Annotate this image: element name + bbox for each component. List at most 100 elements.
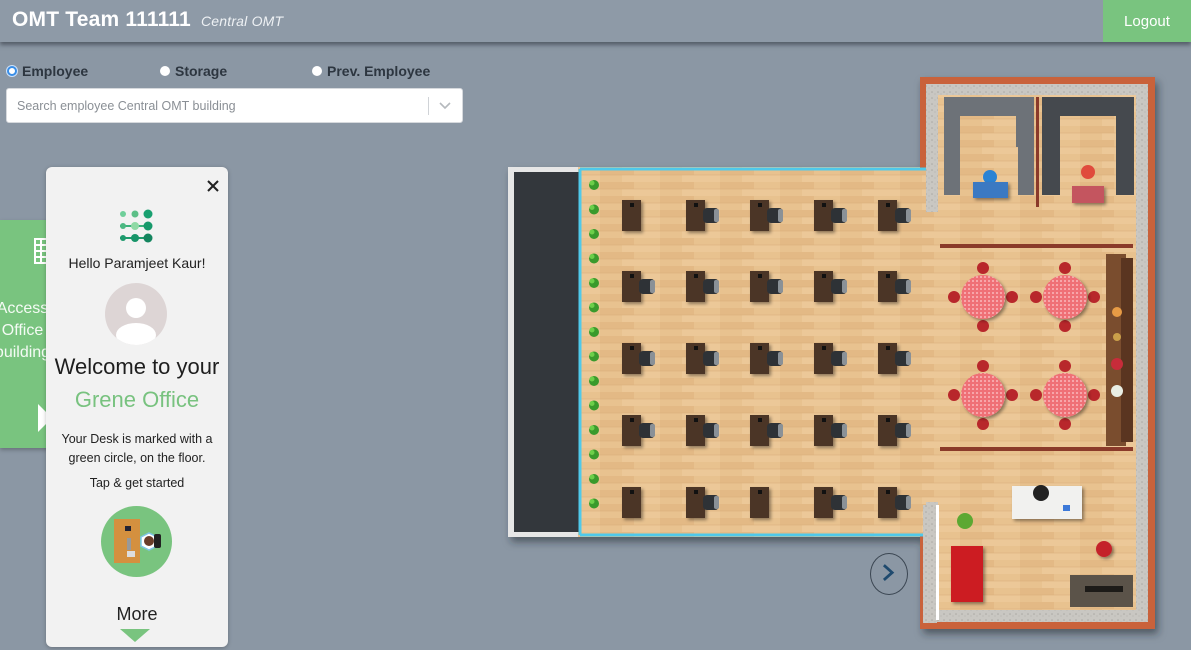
monitor [694, 203, 698, 207]
chair-back [778, 280, 783, 293]
select-separator [428, 97, 429, 115]
monitor [758, 490, 762, 494]
plant [589, 327, 599, 337]
reception-desk [1012, 485, 1082, 519]
chair-back [650, 280, 655, 293]
monitor [694, 490, 698, 494]
plant [589, 302, 599, 313]
radio-employee[interactable]: Employee [7, 63, 88, 79]
table-top [1043, 275, 1087, 319]
radio-dot-icon[interactable] [160, 66, 170, 76]
red-sofa [951, 546, 983, 602]
employee-search-input[interactable] [7, 89, 427, 122]
triangle-down-icon[interactable] [120, 629, 150, 642]
monitor [758, 274, 762, 278]
radio-dot-icon[interactable] [312, 66, 322, 76]
greeting-text: Hello Paramjeet Kaur! [68, 255, 206, 271]
radio-label: Storage [175, 63, 228, 79]
team-title: OMT Team 111111 Central OMT [12, 8, 283, 32]
cafe-chair [977, 320, 989, 332]
monitor [694, 418, 698, 422]
cafe-chair [948, 389, 960, 401]
radio-prev-employee[interactable]: Prev. Employee [312, 63, 430, 79]
plant [589, 180, 599, 190]
building-subtitle: Central OMT [200, 13, 284, 29]
chair-back [650, 424, 655, 437]
office-name: Grene Office [74, 387, 200, 412]
monitor [886, 418, 890, 422]
cafe-chair [1006, 291, 1018, 303]
brand-logo-icon [120, 209, 153, 243]
plant [589, 278, 599, 288]
chair-back [778, 424, 783, 437]
desk-hint-text: Your Desk is marked with a green circle,… [61, 432, 213, 465]
plant [589, 425, 599, 435]
desk-icon [114, 519, 161, 563]
chair-back [906, 280, 911, 293]
office-room-red[interactable] [1042, 97, 1134, 203]
monitor [822, 490, 826, 494]
chair-back [778, 209, 783, 222]
more-button[interactable]: More [46, 604, 228, 625]
chair-back [906, 352, 911, 365]
plant [589, 204, 599, 215]
cafe-chair [1030, 389, 1042, 401]
plant [589, 376, 599, 386]
chair-back [842, 209, 847, 222]
welcome-panel: Hello Paramjeet Kaur! Welcome to your Gr… [46, 167, 228, 647]
chair-back [842, 496, 847, 509]
chevron-right-icon [882, 564, 895, 581]
cafe-chair [948, 291, 960, 303]
plant [589, 351, 599, 362]
chair-back [842, 280, 847, 293]
plant [589, 229, 599, 239]
radio-storage[interactable]: Storage [160, 63, 227, 79]
table-top [1043, 373, 1087, 417]
chair-back [906, 424, 911, 437]
chair-back [778, 352, 783, 365]
cafe-chair [1059, 320, 1071, 332]
radio-label: Prev. Employee [327, 63, 431, 79]
cafe-chair [977, 360, 989, 372]
close-icon[interactable] [206, 179, 220, 193]
monitor [886, 274, 890, 278]
monitor [886, 203, 890, 207]
cafe-chair [1059, 418, 1071, 430]
plant [589, 449, 599, 460]
chair-back [714, 209, 719, 222]
cafe-chair [1059, 360, 1071, 372]
cafe-chair [1059, 262, 1071, 274]
access-office-building-tab[interactable]: Access Office building [0, 220, 50, 448]
plant [957, 513, 973, 529]
monitor [886, 490, 890, 494]
monitor [630, 346, 634, 350]
desk[interactable] [622, 487, 641, 518]
plant [589, 474, 599, 484]
monitor [822, 274, 826, 278]
cafe-chair [977, 418, 989, 430]
logout-button[interactable]: Logout [1103, 0, 1191, 42]
chair-back [714, 496, 719, 509]
my-desk-button[interactable] [101, 506, 172, 577]
employee-search-select[interactable] [6, 88, 463, 123]
monitor [886, 346, 890, 350]
monitor [630, 418, 634, 422]
radio-dot-icon[interactable] [7, 66, 17, 76]
monitor [822, 346, 826, 350]
cafe-chair [1006, 389, 1018, 401]
chair-back [842, 424, 847, 437]
monitor [694, 274, 698, 278]
desk[interactable] [622, 200, 641, 231]
office-room-blue[interactable] [944, 97, 1034, 198]
corridor-area [514, 172, 579, 532]
avatar-icon [105, 283, 167, 345]
desk[interactable] [750, 487, 769, 518]
get-started-text: Tap & get started [89, 476, 185, 490]
chevron-down-icon[interactable] [436, 96, 454, 114]
chair-back [906, 209, 911, 222]
next-floor-button[interactable] [870, 553, 908, 595]
team-name: OMT Team 111111 [12, 8, 191, 31]
cafe-chair [1088, 389, 1100, 401]
monitor [694, 346, 698, 350]
monitor [758, 203, 762, 207]
